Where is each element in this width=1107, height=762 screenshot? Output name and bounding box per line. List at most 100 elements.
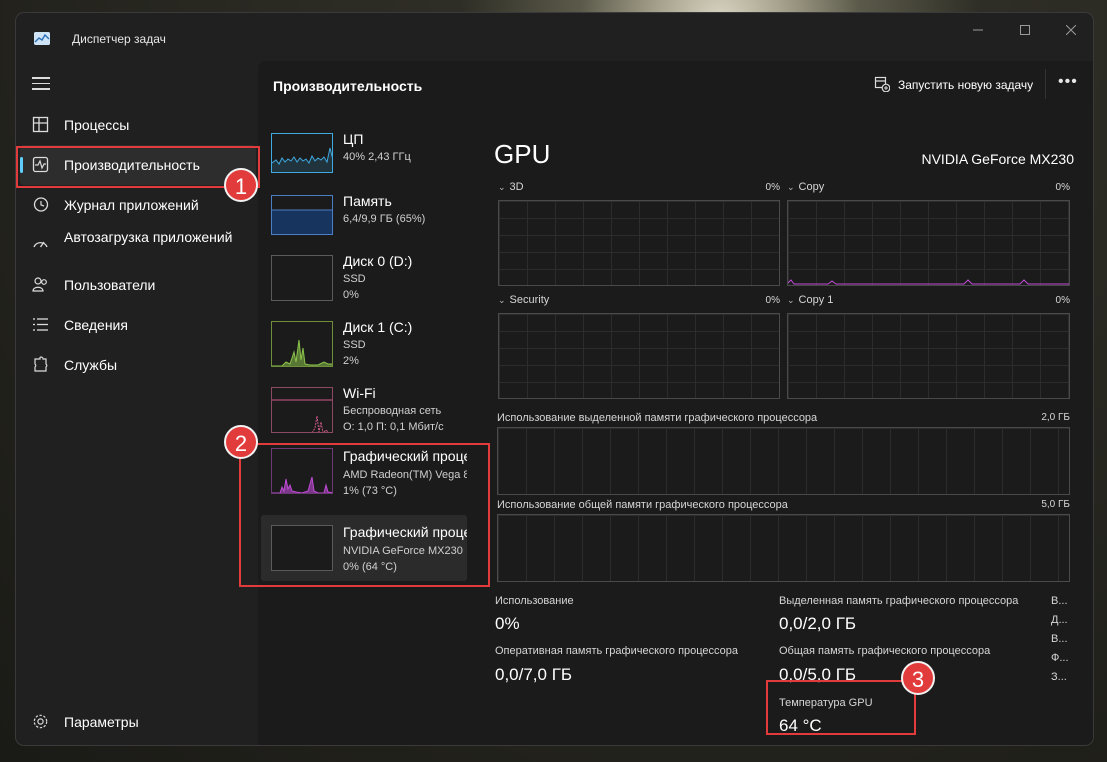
startup-icon [33,241,48,248]
device-detail: SSD [343,339,366,351]
gpu-ram-label: Оперативная память графического процессо… [495,645,739,657]
chevron-down-icon: ⌄ [498,295,506,305]
shared-memory-graph-label: Использование общей памяти графического … [497,499,788,511]
main-panel: Производительность Запустить новую задач… [258,61,1093,745]
device-memory[interactable]: Память 6,4/9,9 ГБ (65%) [261,189,467,255]
device-detail: SSD [343,273,366,285]
dedicated-memory-graph-max: 2,0 ГБ [1041,412,1070,423]
sidebar-item-label: Журнал приложений [64,197,199,213]
side-label: В... [1051,595,1068,607]
gpu-model: NVIDIA GeForce MX230 [921,151,1074,167]
engine-name: 3D [509,181,524,193]
chevron-down-icon: ⌄ [498,182,506,192]
device-detail: 6,4/9,9 ГБ (65%) [343,213,426,225]
engine-security-selector[interactable]: ⌄ Security [498,294,549,306]
engine-name: Security [509,294,550,306]
sidebar-item-processes[interactable]: Процессы [16,105,258,145]
device-name: Диск 0 (D:) [343,253,413,269]
disk0-thumbnail-graph [271,255,333,301]
engine-3d-graph [498,200,780,286]
disk1-thumbnail-graph [271,321,333,367]
main-header: Производительность Запустить новую задач… [258,61,1093,109]
side-label: Д... [1051,614,1068,626]
chevron-down-icon: ⌄ [787,295,795,305]
sidebar-item-label: Пользователи [64,277,156,293]
engine-copy1-selector[interactable]: ⌄ Copy 1 [787,294,833,306]
device-name: Память [343,193,392,209]
engine-pct: 0% [765,182,780,193]
engine-pct: 0% [1055,295,1070,306]
annotation-badge-3: 3 [901,661,935,695]
engine-copy-graph [787,200,1070,286]
run-task-label: Запустить новую задачу [898,78,1034,92]
dedicated-memory-graph [497,427,1070,495]
gpu-title: GPU [494,139,551,169]
cpu-thumbnail-graph [271,133,333,173]
annotation-badge-1: 1 [224,168,258,202]
engine-name: Copy [798,181,825,193]
engine-3d-selector[interactable]: ⌄ 3D [498,181,524,193]
gear-icon [33,714,48,729]
shared-memory-label: Общая память графического процессора [779,645,991,657]
sidebar-item-services[interactable]: Службы [16,345,258,385]
device-wifi[interactable]: Wi-Fi Беспроводная сеть О: 1,0 П: 0,1 Мб… [261,381,467,447]
wifi-thumbnail-graph [271,387,333,433]
engine-pct: 0% [1055,182,1070,193]
sidebar-item-label: Автозагрузка приложений [64,229,233,245]
sidebar-item-settings[interactable]: Параметры [16,702,258,742]
sidebar-item-label: Сведения [64,317,128,333]
processes-icon [32,116,49,133]
dedicated-memory-graph-label: Использование выделенной памяти графичес… [497,412,818,424]
minimize-icon [973,29,983,31]
device-name: ЦП [343,131,364,147]
details-icon [33,318,48,331]
usage-label: Использование [495,595,574,607]
device-usage: 0% [343,289,359,301]
run-task-icon [874,76,890,92]
device-cpu[interactable]: ЦП 40% 2,43 ГГц [261,127,467,193]
chevron-down-icon: ⌄ [787,182,795,192]
device-detail: 40% 2,43 ГГц [343,151,411,163]
usage-value: 0% [495,614,520,633]
sidebar-item-label: Службы [64,357,118,373]
device-disk-0[interactable]: Диск 0 (D:) SSD 0% [261,249,467,315]
engine-copy-selector[interactable]: ⌄ Copy [787,181,824,193]
task-manager-app-icon [34,32,50,45]
shared-memory-graph [497,514,1070,582]
close-button[interactable] [1048,19,1093,43]
sidebar-item-app-history[interactable]: Журнал приложений [16,185,258,225]
sidebar-item-details[interactable]: Сведения [16,305,258,345]
device-detail: Беспроводная сеть [343,405,442,417]
engine-pct: 0% [765,295,780,306]
engine-copy1-graph [787,313,1070,399]
sidebar-item-label: Процессы [64,117,130,133]
highlight-gpu-devices [239,443,490,587]
sidebar-item-startup[interactable]: Автозагрузка приложений [16,225,258,265]
more-options-icon[interactable]: ••• [1058,73,1078,91]
sidebar-item-users[interactable]: Пользователи [16,265,258,305]
device-name: Wi-Fi [343,385,376,401]
maximize-icon [1020,25,1030,35]
device-usage: О: 1,0 П: 0,1 Мбит/с [343,421,444,433]
hamburger-menu-icon[interactable] [32,77,50,91]
side-label: Ф... [1051,652,1069,664]
device-disk-1[interactable]: Диск 1 (C:) SSD 2% [261,315,467,381]
device-name: Диск 1 (C:) [343,319,413,335]
users-icon [32,277,47,292]
services-icon [34,356,48,372]
gpu-ram-value: 0,0/7,0 ГБ [495,665,573,684]
minimize-button[interactable] [955,19,1001,43]
highlight-gpu-temperature [766,680,916,735]
engine-name: Copy 1 [798,294,834,306]
dedicated-memory-value: 0,0/2,0 ГБ [779,614,857,633]
header-divider [1045,69,1046,99]
annotation-badge-2: 2 [224,425,258,459]
maximize-button[interactable] [1002,19,1048,43]
history-icon [33,197,49,212]
page-title: Производительность [273,78,423,94]
side-label: З... [1051,671,1067,683]
shared-memory-graph-max: 5,0 ГБ [1041,499,1070,510]
title-bar: Диспетчер задач [16,13,1093,61]
sidebar-item-label: Параметры [64,714,139,730]
task-manager-window: Диспетчер задач Процессы Производительно… [16,13,1093,745]
